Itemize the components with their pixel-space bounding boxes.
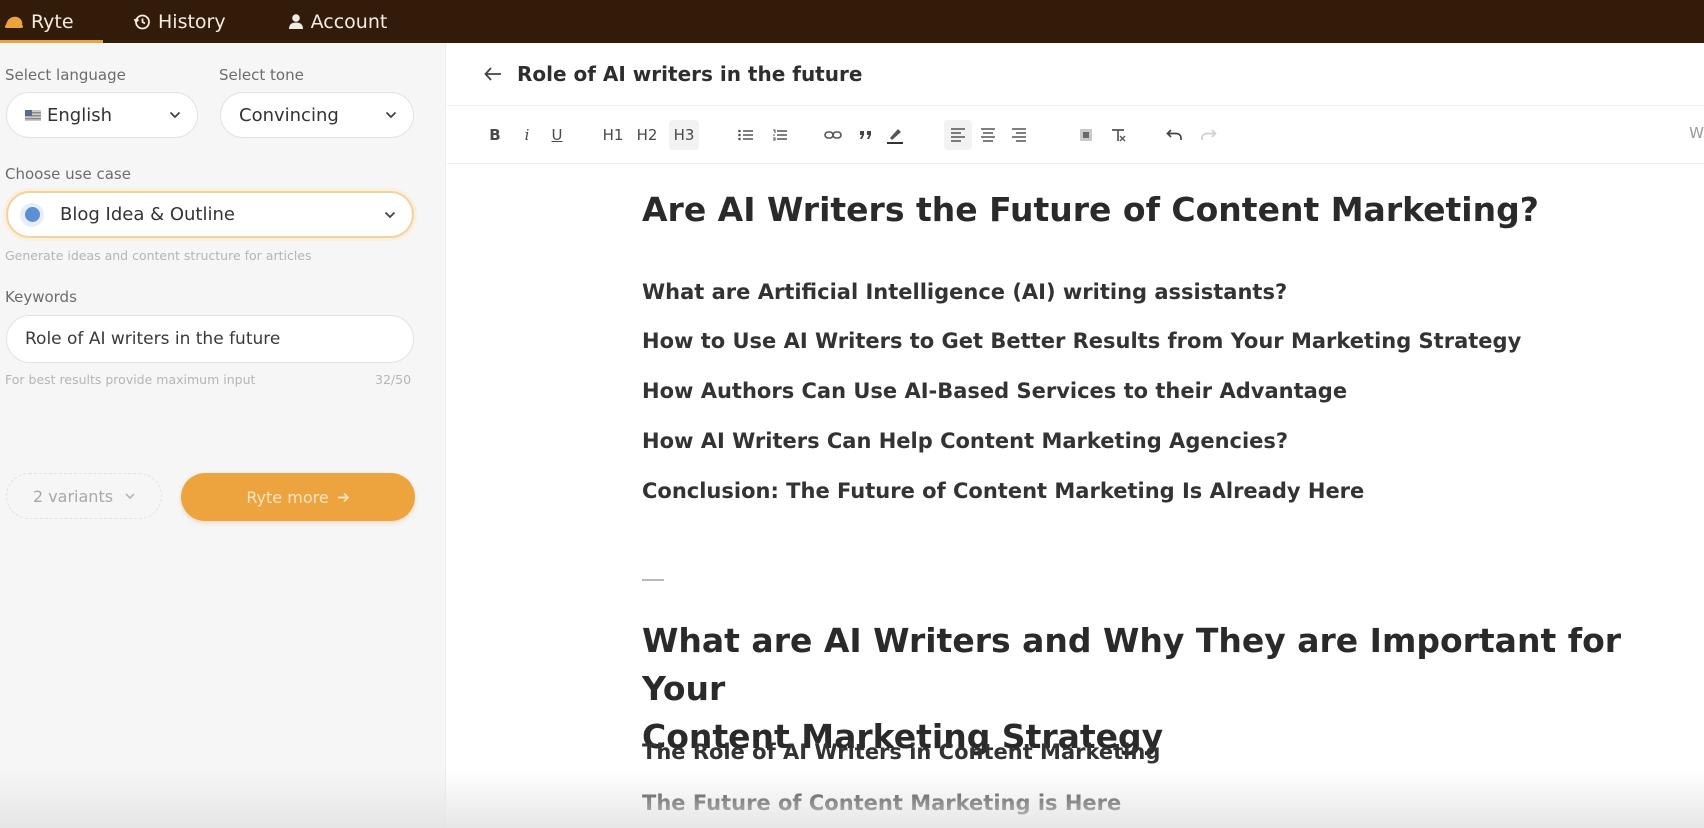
- history-icon: [133, 13, 151, 31]
- chevron-down-icon: [384, 211, 396, 219]
- bold-button[interactable]: B: [484, 120, 506, 150]
- nav-tab-history[interactable]: History: [133, 0, 226, 43]
- highlight-pen-icon[interactable]: [884, 120, 906, 150]
- document-title: Role of AI writers in the future: [517, 62, 863, 86]
- us-flag-icon: [25, 109, 41, 121]
- italic-button[interactable]: i: [516, 120, 538, 150]
- heading1-button[interactable]: H1: [602, 120, 624, 150]
- chevron-down-icon: [125, 492, 135, 500]
- content-heading-2-line1: What are AI Writers and Why They are Imp…: [642, 621, 1622, 708]
- toolbar-overflow-text: W: [1689, 124, 1704, 142]
- tone-value: Convincing: [239, 104, 339, 126]
- clear-format-icon[interactable]: [1107, 120, 1129, 150]
- content-subheading: Conclusion: The Future of Content Market…: [642, 479, 1365, 503]
- insert-block-icon[interactable]: [1075, 120, 1097, 150]
- content-subheading: The Role of AI Writers in Content Market…: [642, 740, 1161, 764]
- chevron-down-icon: [169, 111, 181, 119]
- undo-icon[interactable]: [1163, 120, 1185, 150]
- keywords-label: Keywords: [5, 288, 77, 306]
- tone-select[interactable]: Convincing: [220, 92, 414, 138]
- settings-sidebar: Select language Select tone English Conv…: [0, 43, 446, 828]
- quote-icon[interactable]: [855, 120, 877, 150]
- nav-tab-account[interactable]: Account: [288, 0, 388, 43]
- heading3-button[interactable]: H3: [669, 120, 699, 150]
- nav-history-label: History: [158, 10, 226, 33]
- content-subheading: The Future of Content Marketing is Here: [642, 791, 1122, 815]
- underline-button[interactable]: U: [546, 120, 568, 150]
- nav-account-label: Account: [310, 10, 388, 33]
- link-icon[interactable]: [822, 120, 844, 150]
- content-subheading: What are Artificial Intelligence (AI) wr…: [642, 280, 1288, 304]
- user-icon: [288, 13, 304, 30]
- nav-tab-ryte[interactable]: Ryte: [0, 0, 103, 43]
- ryte-logo-icon: [4, 14, 24, 30]
- numbered-list-icon[interactable]: [769, 120, 791, 150]
- variants-select[interactable]: 2 variants: [6, 473, 162, 519]
- section-divider: [642, 579, 664, 581]
- nav-ryte-label: Ryte: [31, 10, 74, 33]
- editor-header: Role of AI writers in the future: [447, 43, 1704, 106]
- heading2-button[interactable]: H2: [636, 120, 658, 150]
- content-subheading: How to Use AI Writers to Get Better Resu…: [642, 329, 1522, 353]
- document-content[interactable]: Are AI Writers the Future of Content Mar…: [642, 164, 1682, 828]
- formatting-toolbar: B i U H1 H2 H3 W: [447, 106, 1704, 164]
- align-left-icon[interactable]: [944, 120, 972, 150]
- chevron-down-icon: [385, 111, 397, 119]
- keywords-char-count: 32/50: [375, 372, 412, 387]
- top-navigation: Ryte History Account: [0, 0, 1704, 43]
- ryte-more-label: Ryte more: [246, 487, 329, 507]
- language-select[interactable]: English: [6, 92, 198, 138]
- usecase-value: Blog Idea & Outline: [60, 204, 235, 225]
- variants-value: 2 variants: [32, 486, 114, 506]
- content-subheading: How AI Writers Can Help Content Marketin…: [642, 429, 1289, 453]
- back-arrow-icon[interactable]: [483, 66, 503, 82]
- align-right-icon[interactable]: [1008, 120, 1030, 150]
- language-value: English: [47, 104, 112, 126]
- language-label: Select language: [5, 66, 126, 84]
- ryte-more-button[interactable]: Ryte more: [181, 473, 415, 521]
- tone-label: Select tone: [219, 66, 304, 84]
- usecase-label: Choose use case: [5, 165, 131, 183]
- keywords-input[interactable]: Role of AI writers in the future: [6, 315, 414, 363]
- content-heading-1: Are AI Writers the Future of Content Mar…: [642, 190, 1539, 229]
- usecase-icon: [20, 202, 44, 227]
- usecase-select[interactable]: Blog Idea & Outline: [6, 191, 414, 238]
- align-center-icon[interactable]: [977, 120, 999, 150]
- keywords-helper: For best results provide maximum input: [5, 372, 256, 387]
- content-subheading: How Authors Can Use AI-Based Services to…: [642, 379, 1348, 403]
- bullet-list-icon[interactable]: [735, 120, 757, 150]
- redo-icon[interactable]: [1198, 120, 1220, 150]
- usecase-helper: Generate ideas and content structure for…: [5, 248, 312, 263]
- arrow-right-icon: [337, 492, 350, 503]
